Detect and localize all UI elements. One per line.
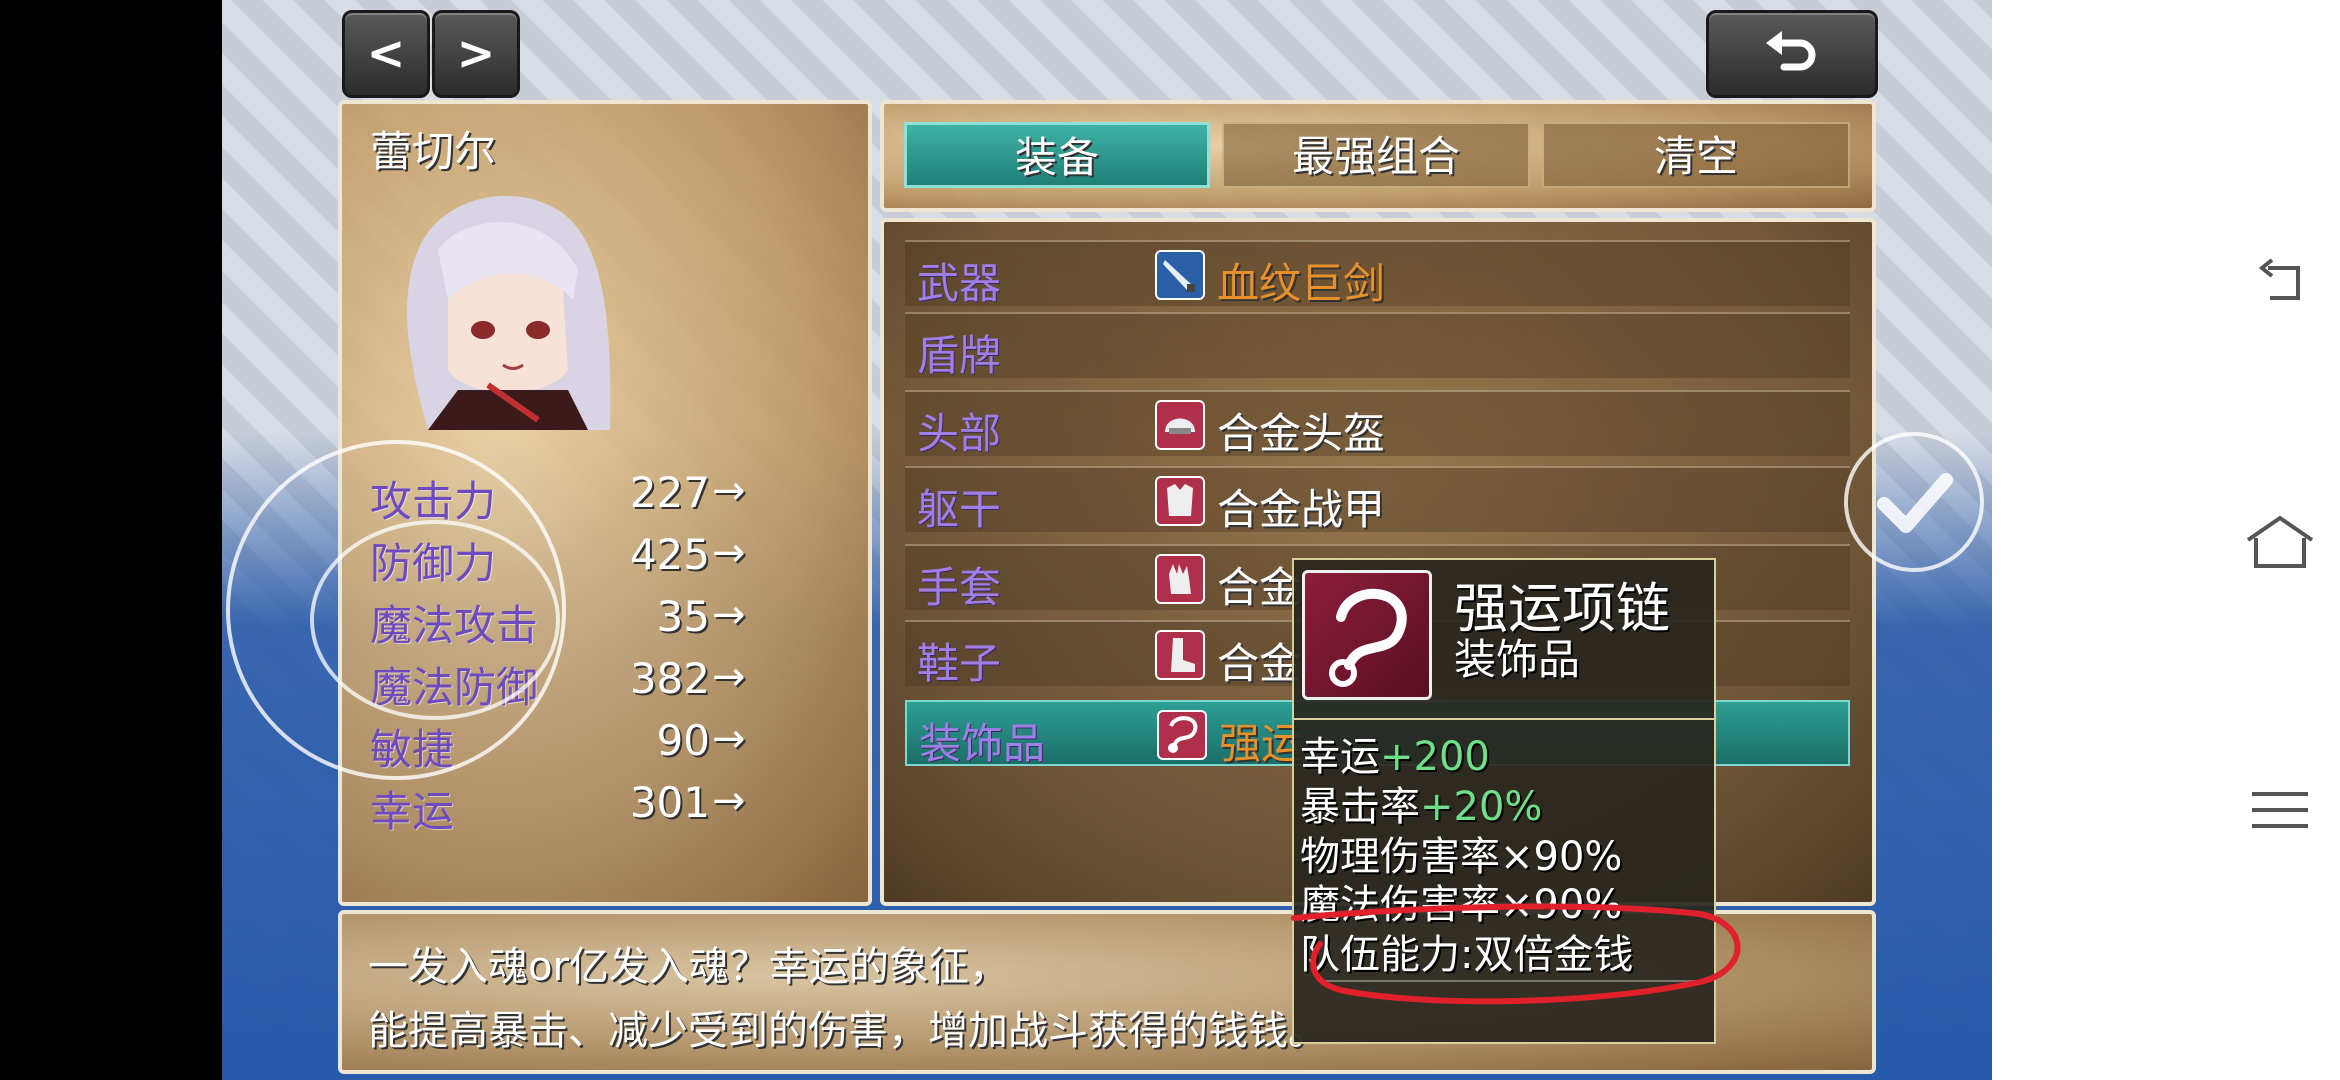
next-label: >	[456, 26, 496, 80]
slot-label: 盾牌	[917, 331, 1002, 380]
stat-label-luck: 幸运	[370, 787, 455, 836]
tab-optimize-label: 最强组合	[1291, 132, 1460, 181]
tab-equip[interactable]: 装备	[904, 122, 1210, 188]
necklace-icon	[1302, 570, 1432, 700]
stat-value-defense: 425	[629, 530, 710, 579]
stat-arrow-defense: →	[712, 530, 746, 576]
screen: < > 蕾切尔 攻击力 227 → 防御力 425 → 魔法攻击 35 → 魔法…	[0, 0, 2340, 1080]
necklace-icon	[1157, 710, 1207, 760]
left-black-bar	[0, 0, 222, 1080]
red-annotation-circle	[1291, 903, 1741, 1005]
check-icon	[1877, 473, 1953, 533]
home-icon[interactable]	[2240, 512, 2320, 572]
stat-value-magic-attack: 35	[656, 592, 710, 641]
slot-label: 武器	[917, 259, 1002, 308]
tab-equip-label: 装备	[1014, 133, 1099, 182]
character-portrait	[407, 195, 611, 430]
slot-weapon[interactable]: 武器 血纹巨剑	[905, 240, 1850, 308]
slot-label: 躯干	[917, 485, 1002, 534]
helmet-icon	[1155, 400, 1205, 450]
back-button[interactable]	[1706, 10, 1878, 98]
next-character-button[interactable]: >	[432, 10, 520, 98]
stat-arrow-agility: →	[712, 716, 746, 762]
slot-item: 合金	[1217, 563, 1302, 612]
slot-body[interactable]: 躯干 合金战甲	[905, 466, 1850, 534]
back-icon[interactable]	[2240, 254, 2320, 314]
sword-icon	[1155, 250, 1205, 300]
slot-label: 鞋子	[917, 639, 1002, 688]
stat-arrow-attack: →	[712, 468, 746, 514]
slot-head[interactable]: 头部 合金头盔	[905, 390, 1850, 458]
stat-arrow-magic-attack: →	[712, 592, 746, 638]
slot-label: 装饰品	[919, 719, 1046, 768]
slot-item: 血纹巨剑	[1217, 259, 1386, 308]
confirm-button[interactable]	[1844, 432, 1984, 572]
description-line-1: 一发入魂or亿发入魂？幸运的象征，	[368, 944, 1009, 990]
slot-label: 手套	[917, 563, 1002, 612]
menu-icon[interactable]	[2240, 780, 2320, 840]
slot-item: 合金	[1217, 639, 1302, 688]
slot-item: 强运	[1219, 719, 1304, 768]
slot-item: 合金头盔	[1217, 409, 1386, 458]
tooltip-divider	[1294, 718, 1714, 720]
tab-optimize[interactable]: 最强组合	[1222, 122, 1530, 188]
tab-clear[interactable]: 清空	[1542, 122, 1850, 188]
prev-character-button[interactable]: <	[342, 10, 430, 98]
glove-icon	[1155, 554, 1205, 604]
slot-shield[interactable]: 盾牌	[905, 312, 1850, 380]
stat-arrow-luck: →	[712, 778, 746, 824]
slot-item: 合金战甲	[1217, 485, 1386, 534]
slot-label: 头部	[917, 409, 1002, 458]
armor-icon	[1155, 476, 1205, 526]
undo-arrow-icon	[1766, 31, 1816, 71]
boot-icon	[1155, 630, 1205, 680]
stat-value-magic-defense: 382	[629, 654, 710, 703]
joystick-knob[interactable]	[310, 520, 560, 720]
stat-arrow-magic-defense: →	[712, 654, 746, 700]
prev-label: <	[366, 26, 406, 80]
tooltip-item-type: 装饰品	[1454, 635, 1581, 684]
stat-value-agility: 90	[656, 716, 710, 765]
tab-clear-label: 清空	[1653, 132, 1738, 181]
character-name: 蕾切尔	[370, 127, 497, 176]
stat-value-attack: 227	[629, 468, 710, 517]
stat-value-luck: 301	[629, 778, 710, 827]
description-line-2: 能提高暴击、减少受到的伤害，增加战斗获得的钱钱。	[368, 1008, 1328, 1054]
